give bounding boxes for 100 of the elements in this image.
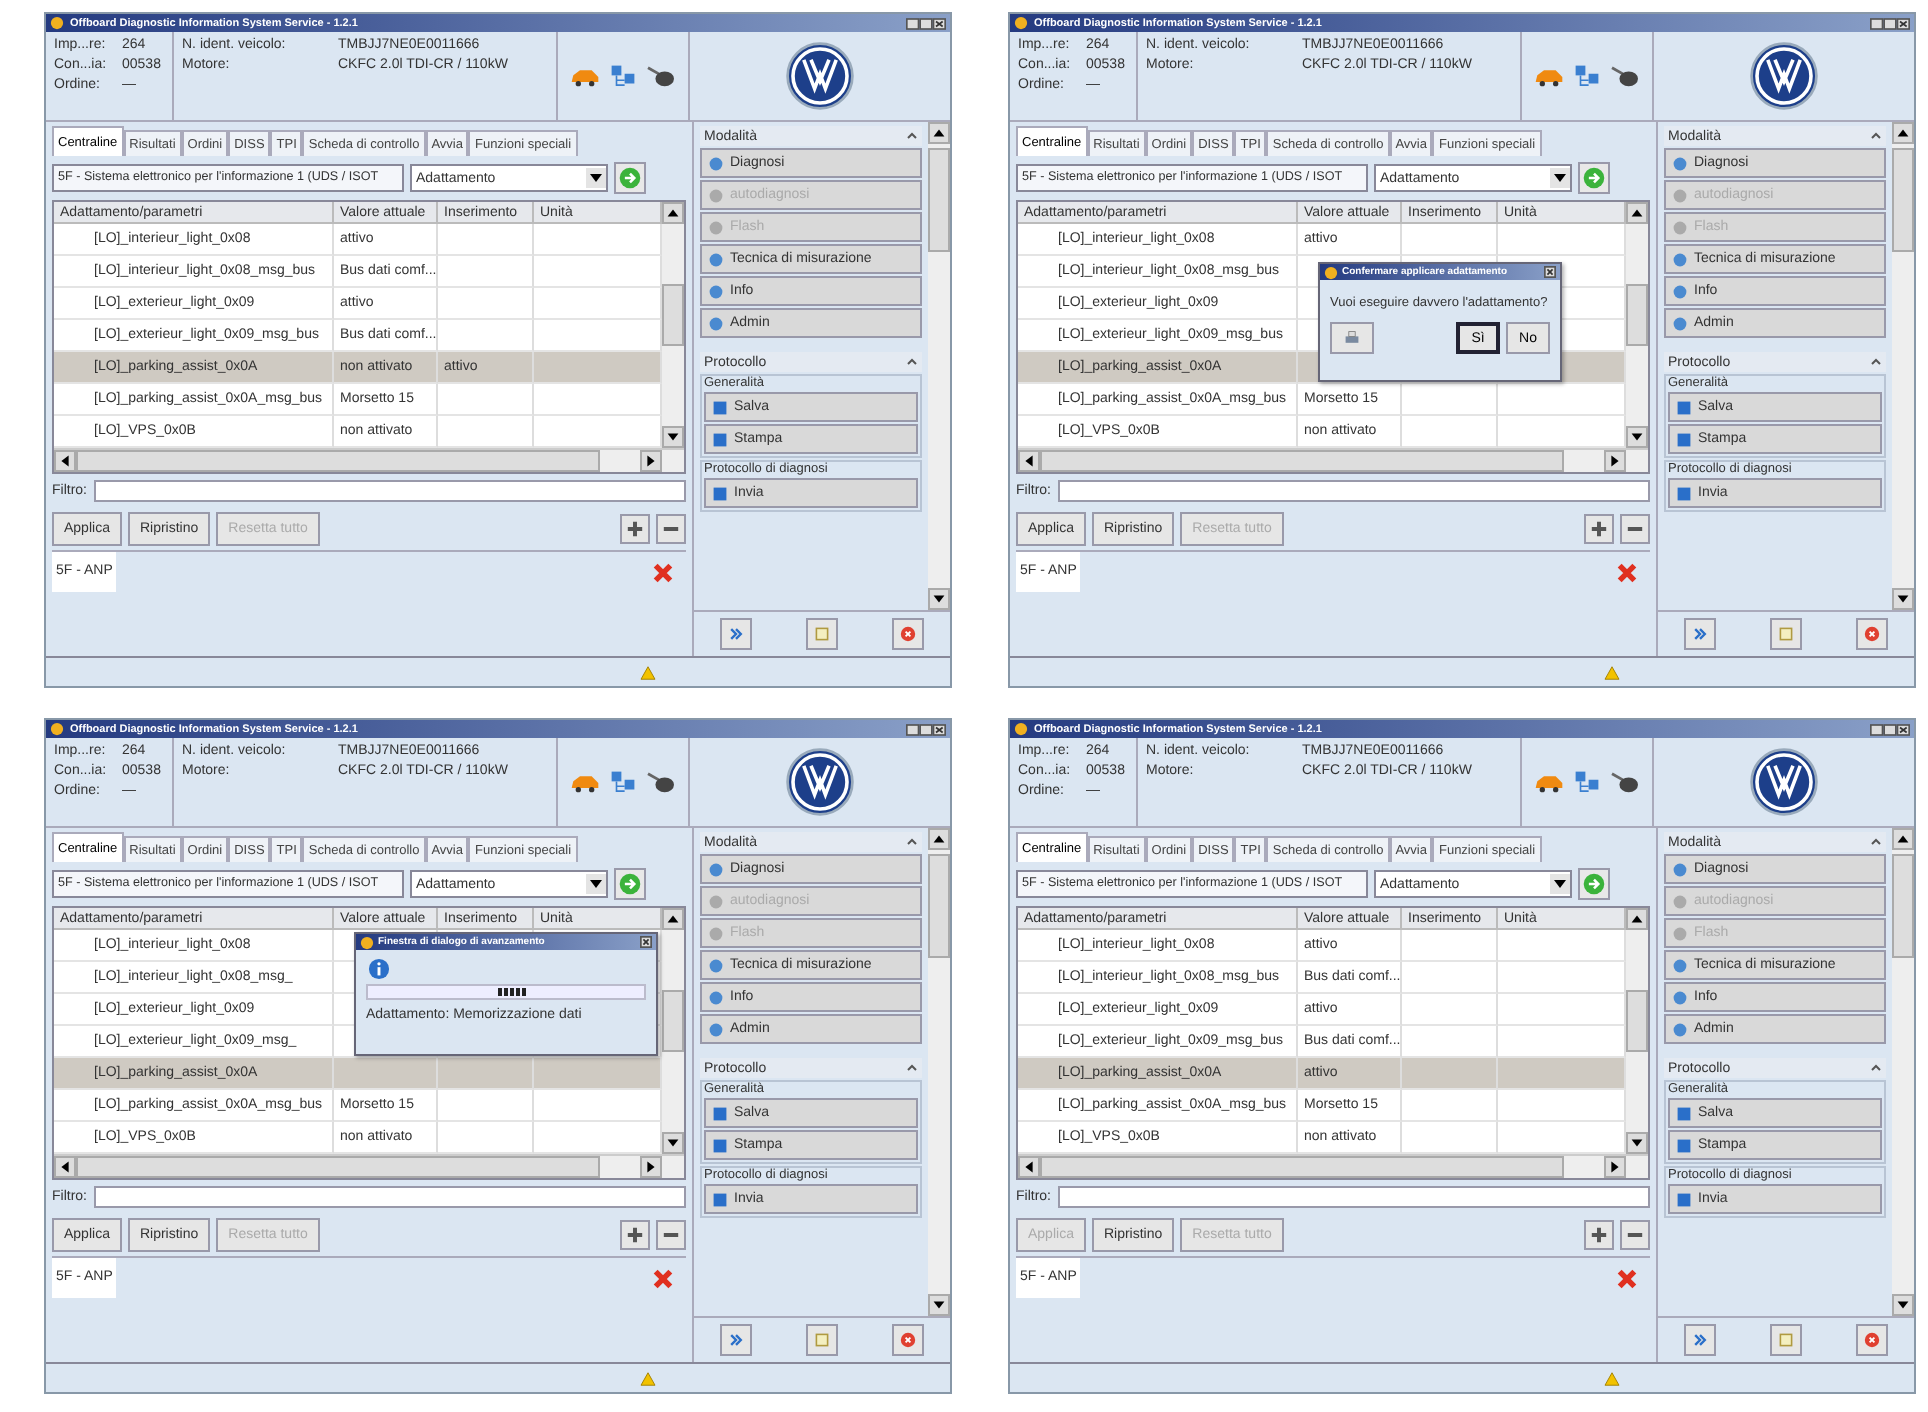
go-button[interactable] (1578, 868, 1610, 900)
remove-button[interactable] (656, 513, 686, 543)
scroll-up-icon[interactable] (928, 122, 950, 144)
close-icon[interactable] (1544, 266, 1556, 278)
horizontal-scrollbar[interactable] (1018, 448, 1648, 472)
window-controls-icon[interactable] (906, 723, 946, 735)
scroll-up-icon[interactable] (928, 828, 950, 850)
scroll-down-icon[interactable] (1892, 1294, 1914, 1316)
scroll-down-icon[interactable] (662, 426, 684, 448)
scroll-up-icon[interactable] (1626, 908, 1648, 930)
scroll-thumb[interactable] (1626, 990, 1648, 1052)
horizontal-scrollbar[interactable] (54, 1154, 684, 1178)
scroll-thumb[interactable] (928, 854, 950, 958)
warning-icon[interactable] (640, 1371, 656, 1385)
collapse-icon[interactable] (1870, 356, 1882, 368)
circle-icon (1672, 251, 1688, 267)
circle-icon (708, 1021, 724, 1037)
add-button[interactable] (620, 1219, 650, 1249)
scroll-thumb[interactable] (1040, 1156, 1564, 1178)
scroll-down-icon[interactable] (1626, 1132, 1648, 1154)
warning-icon[interactable] (1604, 665, 1620, 679)
scroll-up-icon[interactable] (662, 202, 684, 224)
add-button[interactable] (1584, 513, 1614, 543)
stop-icon (1863, 1332, 1880, 1348)
scroll-down-icon[interactable] (662, 1132, 684, 1154)
collapse-icon[interactable] (1870, 836, 1882, 848)
scroll-right-icon[interactable] (640, 450, 662, 472)
add-button[interactable] (1584, 1219, 1614, 1249)
warning-icon[interactable] (640, 665, 656, 679)
scroll-up-icon[interactable] (1626, 202, 1648, 224)
go-button[interactable] (1578, 162, 1610, 194)
scroll-thumb[interactable] (76, 1156, 600, 1178)
scroll-left-icon[interactable] (1018, 1156, 1040, 1178)
scroll-right-icon[interactable] (640, 1156, 662, 1178)
go-button[interactable] (614, 868, 646, 900)
vertical-scrollbar[interactable] (662, 908, 684, 1154)
frame-button[interactable] (1769, 618, 1802, 650)
window-controls-icon[interactable] (1870, 17, 1910, 29)
vertical-scrollbar[interactable] (928, 122, 950, 610)
filter-field[interactable] (1057, 479, 1650, 501)
scroll-left-icon[interactable] (1018, 450, 1040, 472)
scroll-thumb[interactable] (662, 990, 684, 1052)
scroll-up-icon[interactable] (1892, 828, 1914, 850)
forward-button[interactable] (720, 618, 753, 650)
icon-button[interactable] (1330, 322, 1374, 354)
scroll-left-icon[interactable] (54, 450, 76, 472)
scroll-left-icon[interactable] (54, 1156, 76, 1178)
collapse-icon[interactable] (1870, 130, 1882, 142)
vertical-scrollbar[interactable] (1892, 828, 1914, 1316)
scroll-right-icon[interactable] (1604, 450, 1626, 472)
plug-icon[interactable] (646, 769, 676, 795)
horizontal-scrollbar[interactable] (54, 448, 684, 472)
scroll-thumb[interactable] (1892, 854, 1914, 958)
scroll-down-icon[interactable] (928, 588, 950, 610)
add-button[interactable] (620, 513, 650, 543)
plug-icon[interactable] (1610, 769, 1640, 795)
filter-field[interactable] (93, 1185, 686, 1207)
horizontal-scrollbar[interactable] (1018, 1154, 1648, 1178)
scroll-up-icon[interactable] (1892, 122, 1914, 144)
scroll-down-icon[interactable] (1892, 588, 1914, 610)
collapse-icon[interactable] (906, 356, 918, 368)
scroll-up-icon[interactable] (662, 908, 684, 930)
filter-field[interactable] (93, 479, 686, 501)
forward-button[interactable] (720, 1324, 753, 1356)
go-button[interactable] (614, 162, 646, 194)
vertical-scrollbar[interactable] (1892, 122, 1914, 610)
collapse-icon[interactable] (1870, 1062, 1882, 1074)
frame-button[interactable] (805, 618, 838, 650)
remove-button[interactable] (1620, 513, 1650, 543)
vertical-scrollbar[interactable] (928, 828, 950, 1316)
frame-button[interactable] (805, 1324, 838, 1356)
scroll-thumb[interactable] (1040, 450, 1564, 472)
circle-icon (1672, 957, 1688, 973)
filter-field[interactable] (1057, 1185, 1650, 1207)
scroll-down-icon[interactable] (1626, 426, 1648, 448)
collapse-icon[interactable] (906, 836, 918, 848)
scroll-thumb[interactable] (662, 284, 684, 346)
scroll-thumb[interactable] (1626, 284, 1648, 346)
circle-icon (708, 861, 724, 877)
collapse-icon[interactable] (906, 1062, 918, 1074)
plug-icon[interactable] (1610, 63, 1640, 89)
remove-button[interactable] (656, 1219, 686, 1249)
vertical-scrollbar[interactable] (662, 202, 684, 448)
frame-button[interactable] (1769, 1324, 1802, 1356)
close-icon[interactable] (640, 936, 652, 948)
forward-button[interactable] (1684, 1324, 1717, 1356)
window-controls-icon[interactable] (1870, 723, 1910, 735)
scroll-down-icon[interactable] (928, 1294, 950, 1316)
scroll-thumb[interactable] (1892, 148, 1914, 252)
warning-icon[interactable] (1604, 1371, 1620, 1385)
collapse-icon[interactable] (906, 130, 918, 142)
vertical-scrollbar[interactable] (1626, 202, 1648, 448)
scroll-thumb[interactable] (76, 450, 600, 472)
window-controls-icon[interactable] (906, 17, 946, 29)
remove-button[interactable] (1620, 1219, 1650, 1249)
plug-icon[interactable] (646, 63, 676, 89)
scroll-thumb[interactable] (928, 148, 950, 252)
scroll-right-icon[interactable] (1604, 1156, 1626, 1178)
forward-button[interactable] (1684, 618, 1717, 650)
vertical-scrollbar[interactable] (1626, 908, 1648, 1154)
